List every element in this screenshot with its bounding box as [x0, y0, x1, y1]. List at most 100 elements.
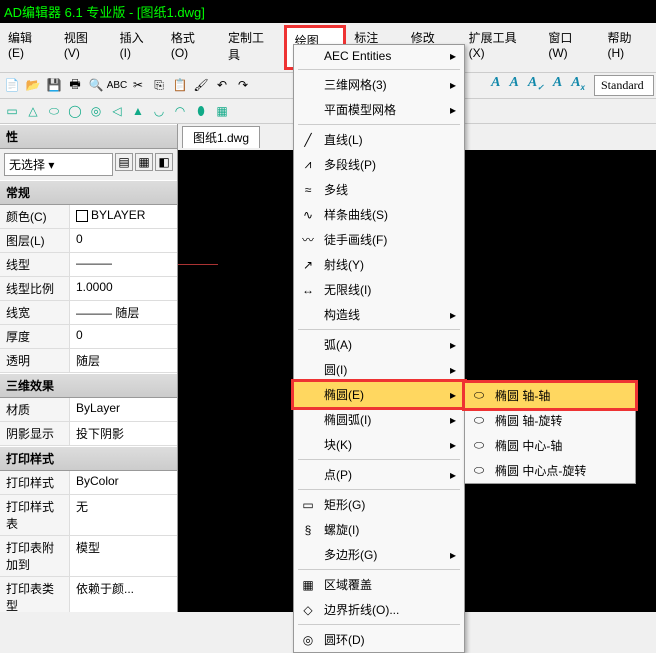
- menu-window[interactable]: 窗口(W): [540, 25, 599, 70]
- pyramid-icon[interactable]: ▲: [128, 101, 148, 121]
- dd-pline[interactable]: ⩘多段线(P): [294, 152, 464, 177]
- sub-center-rot[interactable]: ⬭椭圆 中心点-旋转: [465, 458, 635, 483]
- menu-edit[interactable]: 编辑(E): [0, 25, 56, 70]
- text-a-icon[interactable]: A: [487, 75, 504, 96]
- mesh-icon[interactable]: ▦: [212, 101, 232, 121]
- save-icon[interactable]: 💾: [44, 75, 64, 95]
- print-icon[interactable]: 🖶: [65, 75, 85, 95]
- menu-format[interactable]: 格式(O): [163, 25, 220, 70]
- dd-mline[interactable]: ≈多线: [294, 177, 464, 202]
- sub-axis-rot[interactable]: ⬭椭圆 轴-旋转: [465, 408, 635, 433]
- props-title: 性: [0, 124, 177, 149]
- menu-insert[interactable]: 插入(I): [112, 25, 163, 70]
- lbl-color: 颜色(C): [0, 205, 70, 228]
- dd-ellipsearc[interactable]: 椭圆弧(I)▸: [294, 407, 464, 432]
- dd-polygon[interactable]: 多边形(G)▸: [294, 542, 464, 567]
- text-a3-icon[interactable]: A✓: [524, 75, 548, 96]
- sphere-icon[interactable]: ◯: [65, 101, 85, 121]
- title-bar: AD编辑器 6.1 专业版 - [图纸1.dwg]: [0, 0, 656, 23]
- preview-icon[interactable]: 🔍: [86, 75, 106, 95]
- val-ltscale[interactable]: 1.0000: [70, 277, 177, 300]
- dish-icon[interactable]: ◡: [149, 101, 169, 121]
- menu-ext-tools[interactable]: 扩展工具(X): [461, 25, 541, 70]
- menu-custom-tools[interactable]: 定制工具: [220, 25, 284, 70]
- cone-icon[interactable]: △: [23, 101, 43, 121]
- val-transparency[interactable]: 随层: [70, 349, 177, 372]
- dd-spline[interactable]: ∿样条曲线(S): [294, 202, 464, 227]
- cut-icon[interactable]: ✂: [128, 75, 148, 95]
- dd-region[interactable]: ▦区域覆盖: [294, 572, 464, 597]
- dd-ellipse[interactable]: 椭圆(E)▸ ⬭椭圆 轴-轴 ⬭椭圆 轴-旋转 ⬭椭圆 中心-轴 ⬭椭圆 中心点…: [291, 379, 467, 410]
- val-pstyletab[interactable]: 无: [70, 495, 177, 535]
- torus-icon[interactable]: ◎: [86, 101, 106, 121]
- lbl-transparency: 透明: [0, 349, 70, 372]
- wedge-icon[interactable]: ◁: [107, 101, 127, 121]
- paste-icon[interactable]: 📋: [170, 75, 190, 95]
- val-material[interactable]: ByLayer: [70, 398, 177, 421]
- new-icon[interactable]: 📄: [2, 75, 22, 95]
- extrude-icon[interactable]: ⬮: [191, 101, 211, 121]
- lbl-ltscale: 线型比例: [0, 277, 70, 300]
- dd-point[interactable]: 点(P)▸: [294, 462, 464, 487]
- dd-constr[interactable]: 构造线▸: [294, 302, 464, 327]
- val-shadow[interactable]: 投下阴影: [70, 422, 177, 445]
- filter-icon[interactable]: ▤: [115, 153, 133, 171]
- tab-drawing1[interactable]: 图纸1.dwg: [182, 126, 260, 148]
- pline-icon: ⩘: [298, 157, 318, 172]
- dd-planar[interactable]: 平面模型网格▸: [294, 97, 464, 122]
- mline-icon: ≈: [298, 183, 318, 197]
- dd-boundary[interactable]: ◇边界折线(O)...: [294, 597, 464, 622]
- quick-select-icon[interactable]: ▦: [135, 153, 153, 171]
- val-ptabletype[interactable]: 依赖于颜...: [70, 577, 177, 612]
- lbl-pstyleattach: 打印表附加到: [0, 536, 70, 576]
- sub-center-axis[interactable]: ⬭椭圆 中心-轴: [465, 433, 635, 458]
- menu-help[interactable]: 帮助(H): [600, 25, 656, 70]
- val-color[interactable]: BYLAYER: [70, 205, 177, 228]
- ellipse-icon: ⬭: [469, 413, 489, 428]
- section-3d[interactable]: 三维效果: [0, 373, 177, 398]
- selection-dropdown[interactable]: 无选择 ▾: [4, 153, 113, 176]
- dd-ring[interactable]: ◎圆环(D): [294, 627, 464, 652]
- dd-arc[interactable]: 弧(A)▸: [294, 332, 464, 357]
- spiral-icon: §: [298, 523, 318, 537]
- dd-freehand[interactable]: 〰徒手画线(F): [294, 227, 464, 252]
- lbl-thickness: 厚度: [0, 325, 70, 348]
- pick-icon[interactable]: ◧: [155, 153, 173, 171]
- dd-aec[interactable]: AEC Entities▸: [294, 45, 464, 67]
- section-general[interactable]: 常规: [0, 180, 177, 205]
- spline-icon: ∿: [298, 208, 318, 222]
- open-icon[interactable]: 📂: [23, 75, 43, 95]
- dd-xline[interactable]: ↔无限线(I): [294, 277, 464, 302]
- dd-block[interactable]: 块(K)▸: [294, 432, 464, 457]
- copy-icon[interactable]: ⎘: [149, 75, 169, 95]
- match-icon[interactable]: 🖌: [191, 75, 211, 95]
- text-a2-icon[interactable]: A: [505, 75, 522, 96]
- draw-dropdown: AEC Entities▸ 三维网格(3)▸ 平面模型网格▸ ╱直线(L) ⩘多…: [293, 44, 465, 653]
- section-print[interactable]: 打印样式: [0, 446, 177, 471]
- dome-icon[interactable]: ◠: [170, 101, 190, 121]
- dd-rect[interactable]: ▭矩形(G): [294, 492, 464, 517]
- undo-icon[interactable]: ↶: [212, 75, 232, 95]
- ellipse-submenu: ⬭椭圆 轴-轴 ⬭椭圆 轴-旋转 ⬭椭圆 中心-轴 ⬭椭圆 中心点-旋转: [464, 382, 636, 484]
- val-thickness[interactable]: 0: [70, 325, 177, 348]
- val-linetype[interactable]: ———: [70, 253, 177, 276]
- dd-spiral[interactable]: §螺旋(I): [294, 517, 464, 542]
- dd-line[interactable]: ╱直线(L): [294, 127, 464, 152]
- val-layer[interactable]: 0: [70, 229, 177, 252]
- box-icon[interactable]: ▭: [2, 101, 22, 121]
- val-lineweight[interactable]: ——— 随层: [70, 301, 177, 324]
- sub-axis-axis[interactable]: ⬭椭圆 轴-轴: [462, 380, 638, 411]
- ray-icon: ↗: [298, 258, 318, 272]
- redo-icon[interactable]: ↷: [233, 75, 253, 95]
- xline-icon: ↔: [298, 283, 318, 297]
- val-pstyleattach[interactable]: 模型: [70, 536, 177, 576]
- menu-view[interactable]: 视图(V): [56, 25, 112, 70]
- dd-mesh3d[interactable]: 三维网格(3)▸: [294, 72, 464, 97]
- style-box[interactable]: [594, 75, 654, 96]
- text-a4-icon[interactable]: A: [549, 75, 566, 96]
- cylinder-icon[interactable]: ⬭: [44, 101, 64, 121]
- val-pstyle[interactable]: ByColor: [70, 471, 177, 494]
- dd-ray[interactable]: ↗射线(Y): [294, 252, 464, 277]
- spell-icon[interactable]: ABC: [107, 75, 127, 95]
- text-a5-icon[interactable]: Ax: [567, 75, 589, 96]
